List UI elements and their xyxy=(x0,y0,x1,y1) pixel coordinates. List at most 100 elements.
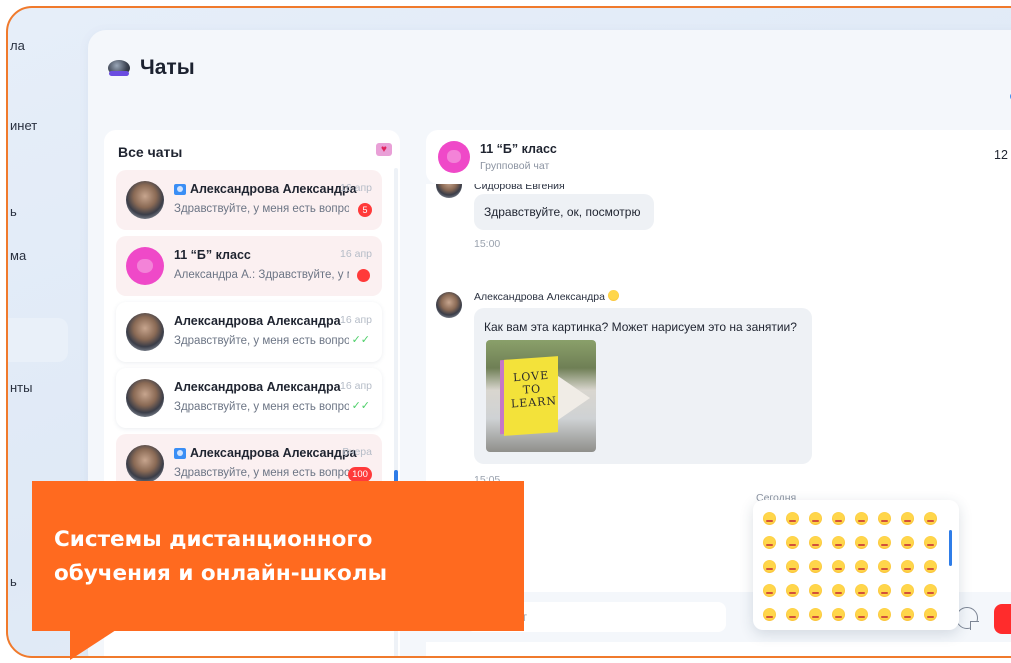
emoji-item[interactable] xyxy=(763,560,776,573)
chat-preview: Здравствуйте, у меня есть вопрос xyxy=(174,335,349,347)
emoji-item[interactable] xyxy=(855,560,868,573)
emoji-item[interactable] xyxy=(786,512,799,525)
message-time: 15:00 xyxy=(474,238,501,250)
nav-item-6[interactable]: ь xyxy=(10,574,17,589)
emoji-item[interactable] xyxy=(786,584,799,597)
emoji-item[interactable] xyxy=(809,512,822,525)
emoji-item[interactable] xyxy=(924,512,937,525)
chat-preview: Здравствуйте, у меня есть вопрос xyxy=(174,203,349,215)
unread-badge: 100 xyxy=(348,467,372,482)
emoji-item[interactable] xyxy=(901,560,914,573)
chat-preview: Здравствуйте, у меня есть вопрос xyxy=(174,467,349,479)
heart-icon[interactable]: ♥ xyxy=(376,143,392,156)
emoji-item[interactable] xyxy=(855,512,868,525)
emoji-item[interactable] xyxy=(901,584,914,597)
emoji-item[interactable] xyxy=(832,560,845,573)
emoji-item[interactable] xyxy=(763,536,776,549)
emoji-item[interactable] xyxy=(924,608,937,621)
nav-item-3[interactable]: ь xyxy=(10,204,17,219)
chat-list-title: Все чаты xyxy=(118,144,183,160)
read-check-icon: ✓✓ xyxy=(351,400,370,412)
avatar xyxy=(126,313,164,351)
emoji-item[interactable] xyxy=(924,536,937,549)
emoji-item[interactable] xyxy=(878,584,891,597)
nav-item-5[interactable]: нты xyxy=(10,380,32,395)
emoji-item[interactable] xyxy=(786,608,799,621)
chat-name-text: Александрова Александра xyxy=(174,380,341,394)
chat-name: Александрова Александра xyxy=(174,380,341,394)
emoji-item[interactable] xyxy=(832,608,845,621)
emoji-item[interactable] xyxy=(855,584,868,597)
chat-date: 16 апр xyxy=(340,248,372,260)
emoji-item[interactable] xyxy=(855,608,868,621)
send-button[interactable] xyxy=(994,604,1011,634)
chat-date: 16 апр xyxy=(340,314,372,326)
nav-item-1[interactable]: ла xyxy=(10,38,25,53)
avatar xyxy=(126,181,164,219)
emoji-item[interactable] xyxy=(901,608,914,621)
page-header: Чаты xyxy=(108,56,195,80)
emoji-item[interactable] xyxy=(832,512,845,525)
avatar xyxy=(126,445,164,483)
emoji-item[interactable] xyxy=(924,560,937,573)
group-avatar xyxy=(438,141,470,173)
chat-name: Александрова Александра xyxy=(174,446,357,460)
image-caption-text: LOVE TO LEARN xyxy=(510,368,558,411)
emoji-item[interactable] xyxy=(901,536,914,549)
image-pencil-tip xyxy=(558,376,590,420)
nav-active-highlight xyxy=(8,318,68,362)
chat-name: Александрова Александра xyxy=(174,182,357,196)
nav-item-2[interactable]: инет xyxy=(10,118,37,133)
caption-line-1: Системы дистанционного xyxy=(54,527,373,552)
emoji-item[interactable] xyxy=(809,560,822,573)
emoji-item[interactable] xyxy=(809,608,822,621)
conversation-header[interactable]: 11 “Б” класс Групповой чат 12 уч xyxy=(426,130,1011,184)
emoji-item[interactable] xyxy=(763,512,776,525)
message-sender: Александрова Александра xyxy=(474,290,619,303)
emoji-picker xyxy=(753,500,959,630)
emoji-item[interactable] xyxy=(878,512,891,525)
participants-count[interactable]: 12 уч xyxy=(994,148,1011,162)
caption-tail xyxy=(70,630,116,660)
nav-item-4[interactable]: ма xyxy=(10,248,26,263)
chat-date: 16 апр xyxy=(340,380,372,392)
chat-list-item[interactable]: 11 “Б” класс Александра А.: Здравствуйте… xyxy=(116,236,382,296)
emoji-item[interactable] xyxy=(832,536,845,549)
conversation-subtitle: Групповой чат xyxy=(480,160,550,172)
chat-name-text: Александрова Александра xyxy=(174,314,341,328)
emoji-item[interactable] xyxy=(832,584,845,597)
message-bubble: Здравствуйте, ок, посмотрю xyxy=(474,194,654,230)
emoji-item[interactable] xyxy=(878,608,891,621)
emoji-item[interactable] xyxy=(763,608,776,621)
chat-list-item[interactable]: Александрова Александра Здравствуйте, у … xyxy=(116,302,382,362)
chat-date: 16 апр xyxy=(340,182,372,194)
chat-preview: Александра А.: Здравствуйте, у меня xyxy=(174,269,349,281)
page-title: Чаты xyxy=(140,56,195,79)
emoji-item[interactable] xyxy=(924,584,937,597)
message-image[interactable]: LOVE TO LEARN xyxy=(486,340,596,452)
emoji-item[interactable] xyxy=(855,536,868,549)
emoji-item[interactable] xyxy=(809,536,822,549)
emoji-item[interactable] xyxy=(878,560,891,573)
contact-icon xyxy=(174,447,186,459)
chat-date: Вчера xyxy=(342,446,372,458)
chat-list-item[interactable]: Александрова Александра Здравствуйте, у … xyxy=(116,170,382,230)
emoji-item[interactable] xyxy=(901,512,914,525)
avatar xyxy=(436,184,462,198)
chat-name-text: 11 “Б” класс xyxy=(174,248,251,262)
message-text: Как вам эта картинка? Может нарисуем это… xyxy=(484,320,797,334)
sender-name: Александрова Александра xyxy=(474,291,605,303)
emoji-item[interactable] xyxy=(786,536,799,549)
conversation-title: 11 “Б” класс xyxy=(480,142,557,156)
emoji-item[interactable] xyxy=(878,536,891,549)
emoji-item[interactable] xyxy=(809,584,822,597)
chat-name: 11 “Б” класс xyxy=(174,248,251,262)
chat-list-item[interactable]: Александрова Александра Здравствуйте, у … xyxy=(116,368,382,428)
emoji-item[interactable] xyxy=(786,560,799,573)
chat-header-icon xyxy=(108,60,130,76)
message-sender: Сидорова Евгения xyxy=(474,184,565,192)
sticker-icon[interactable] xyxy=(956,607,979,630)
emoji-picker-scrollbar[interactable] xyxy=(949,530,952,566)
chat-name: Александрова Александра xyxy=(174,314,341,328)
emoji-item[interactable] xyxy=(763,584,776,597)
